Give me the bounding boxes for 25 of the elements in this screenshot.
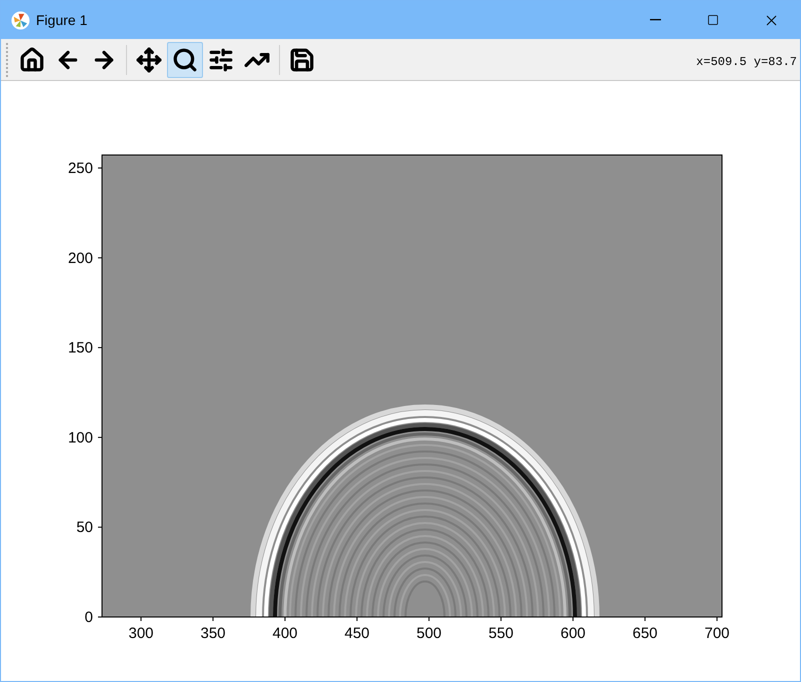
x-axis-tick-label: 600 bbox=[560, 625, 586, 642]
x-axis-tick-label: 650 bbox=[632, 625, 658, 642]
y-axis-tick-label: 250 bbox=[68, 160, 93, 177]
magnifier-icon bbox=[172, 46, 198, 72]
maximize-icon bbox=[707, 14, 719, 26]
y-axis-tick-label: 0 bbox=[84, 609, 93, 626]
y-axis-tick-label: 50 bbox=[76, 519, 93, 536]
x-axis-tick-label: 500 bbox=[416, 625, 442, 642]
zoom-tool-button[interactable] bbox=[167, 42, 203, 78]
minimize-icon bbox=[650, 19, 660, 21]
y-axis-tick-label: 200 bbox=[68, 250, 93, 267]
x-axis-tick-label: 700 bbox=[704, 625, 730, 642]
x-axis-tick-label: 300 bbox=[128, 625, 154, 642]
x-axis-tick-label: 400 bbox=[272, 625, 298, 642]
x-axis-tick-label: 550 bbox=[488, 625, 514, 642]
x-axis-tick-label: 350 bbox=[200, 625, 226, 642]
home-icon bbox=[19, 46, 45, 72]
app-logo-icon bbox=[11, 10, 30, 30]
y-axis-tick-label: 100 bbox=[68, 429, 93, 446]
x-axis-tick-label: 450 bbox=[344, 625, 370, 642]
move-arrows-icon bbox=[136, 46, 162, 72]
window-title: Figure 1 bbox=[36, 10, 88, 30]
cursor-coordinates: x=509.5 y=83.7 bbox=[696, 54, 797, 70]
y-axis-tick-label: 150 bbox=[68, 340, 93, 357]
sliders-icon bbox=[208, 46, 234, 72]
